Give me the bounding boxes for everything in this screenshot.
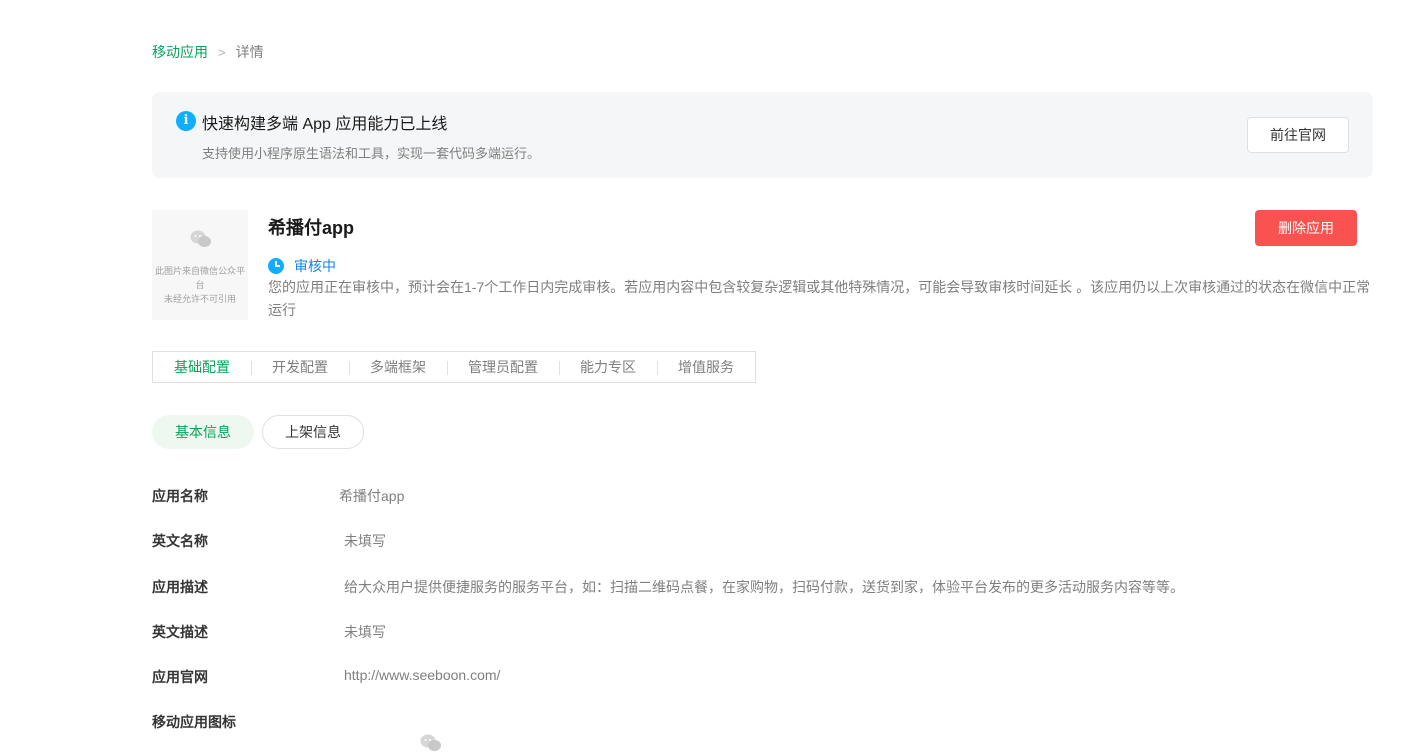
info-subtabs: 基本信息 上架信息 xyxy=(152,415,364,449)
tab-admin-config[interactable]: 管理员配置 xyxy=(447,352,559,382)
clock-icon xyxy=(268,258,284,274)
breadcrumb: 移动应用 > 详情 xyxy=(152,42,264,62)
app-name: 希播付app xyxy=(268,218,355,238)
tab-dev-config[interactable]: 开发配置 xyxy=(251,352,349,382)
info-row-app-icon: 移动应用图标 xyxy=(152,712,344,732)
info-label: 英文名称 xyxy=(152,533,208,549)
notice-banner: i 快速构建多端 App 应用能力已上线 支持使用小程序原生语法和工具，实现一套… xyxy=(152,92,1373,178)
info-value: 希播付app xyxy=(339,488,405,504)
status-badge: 审核中 xyxy=(268,256,336,276)
info-row-english-description: 英文描述 未填写 xyxy=(152,622,386,642)
breadcrumb-mobile-apps[interactable]: 移动应用 xyxy=(152,42,208,62)
info-label: 应用名称 xyxy=(152,488,208,504)
visit-official-site-button[interactable]: 前往官网 xyxy=(1247,117,1349,153)
status-description: 您的应用正在审核中，预计会在1-7个工作日内完成审核。若应用内容中包含较复杂逻辑… xyxy=(268,279,1371,318)
app-logo: 此图片来自微信公众平台 未经允许不可引用 xyxy=(152,210,248,320)
info-value: 未填写 xyxy=(344,624,386,640)
tab-basic-config[interactable]: 基础配置 xyxy=(153,352,251,382)
website-link[interactable]: http://www.seeboon.com/ xyxy=(344,667,500,687)
breadcrumb-current: 详情 xyxy=(235,44,264,60)
info-value: 给大众用户提供便捷服务的服务平台，如：扫描二维码点餐，在家购物，扫码付款，送货到… xyxy=(344,579,1184,595)
delete-app-button[interactable]: 删除应用 xyxy=(1255,210,1357,246)
notice-title: 快速构建多端 App 应用能力已上线 xyxy=(202,116,448,133)
status-text: 审核中 xyxy=(294,258,336,274)
info-value: 未填写 xyxy=(344,533,386,549)
info-row-description: 应用描述 给大众用户提供便捷服务的服务平台，如：扫描二维码点餐，在家购物，扫码付… xyxy=(152,577,1184,597)
info-row-app-name: 应用名称 希播付app xyxy=(152,486,404,506)
info-label: 移动应用图标 xyxy=(152,714,236,730)
wechat-placeholder-icon xyxy=(190,230,211,247)
info-row-english-name: 英文名称 未填写 xyxy=(152,531,386,551)
tab-multi-framework[interactable]: 多端框架 xyxy=(349,352,447,382)
info-icon: i xyxy=(176,111,196,131)
notice-description: 支持使用小程序原生语法和工具，实现一套代码多端运行。 xyxy=(202,146,541,161)
logo-placeholder-text: 此图片来自微信公众平台 未经允许不可引用 xyxy=(154,266,245,304)
chevron-right-icon: > xyxy=(218,44,226,60)
subtab-listing-info[interactable]: 上架信息 xyxy=(262,415,364,449)
tab-value-added[interactable]: 增值服务 xyxy=(657,352,755,382)
wechat-placeholder-icon xyxy=(420,734,441,751)
info-label: 应用官网 xyxy=(152,669,208,685)
subtab-basic-info[interactable]: 基本信息 xyxy=(152,415,254,449)
config-tabs: 基础配置 开发配置 多端框架 管理员配置 能力专区 增值服务 xyxy=(152,351,756,383)
info-label: 英文描述 xyxy=(152,624,208,640)
tab-capabilities[interactable]: 能力专区 xyxy=(559,352,657,382)
info-row-website: 应用官网 http://www.seeboon.com/ xyxy=(152,667,500,687)
info-label: 应用描述 xyxy=(152,579,208,595)
